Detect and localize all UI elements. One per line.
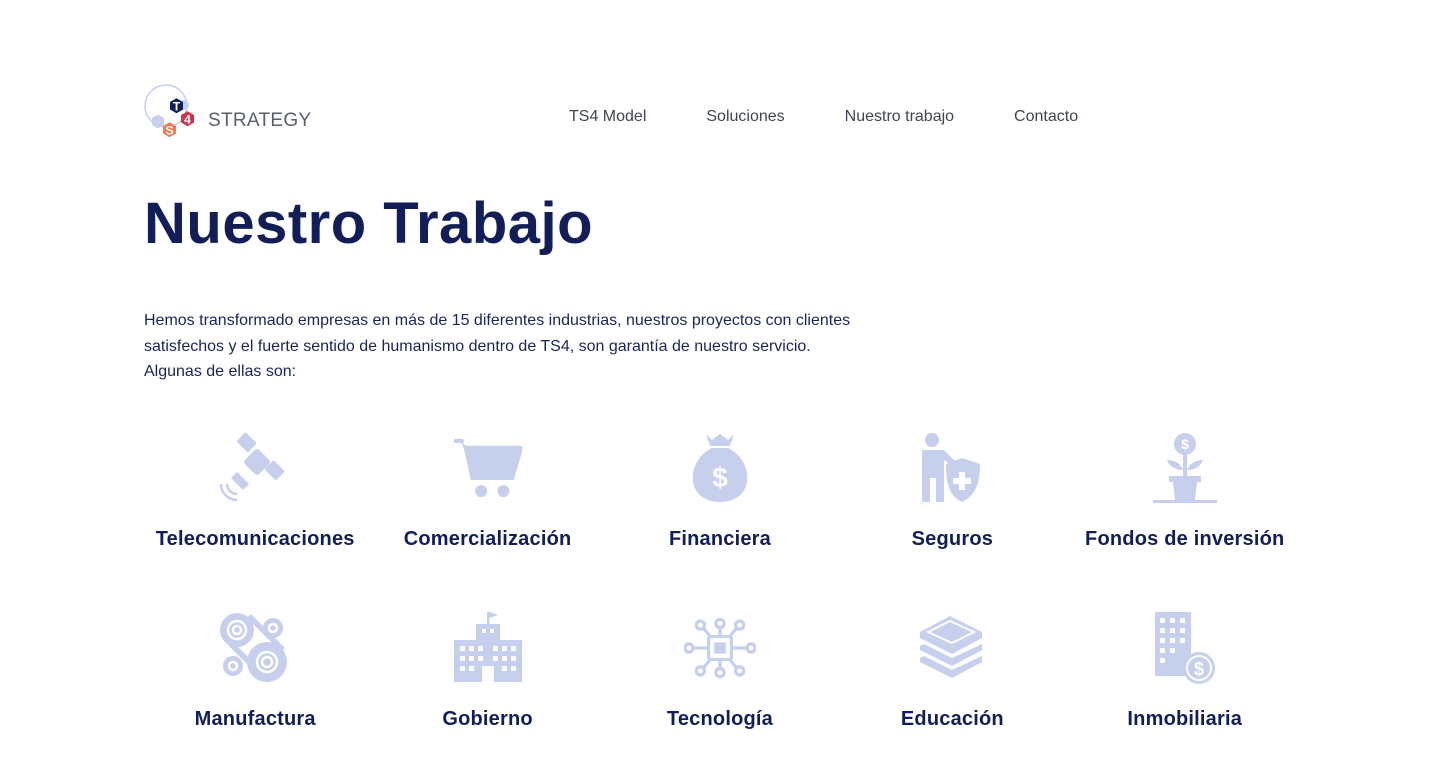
industry-card-comercializacion: Comercialización [371,432,603,550]
site-header: T 4 S STRATEGY TS4 Model Soluciones Nues… [144,84,1296,148]
industry-card-educacion: Educación [836,612,1068,730]
industry-label: Gobierno [442,708,533,730]
industry-card-telecomunicaciones: Telecomunicaciones [139,432,371,550]
industry-card-manufactura: Manufactura [139,612,371,730]
industry-label: Telecomunicaciones [155,528,355,550]
industry-card-fondos-de-inversion: $ Fondos de inversión [1069,432,1301,550]
industry-label: Inmobiliaria [1127,708,1243,730]
industry-card-tecnologia: Tecnología [604,612,836,730]
industry-card-inmobiliaria: $ Inmobiliaria [1069,612,1301,730]
books-icon [916,612,988,684]
ts4-strategy-logo[interactable]: T 4 S STRATEGY [144,84,314,148]
industry-label: Comercialización [403,528,572,550]
page-title: Nuestro Trabajo [144,191,594,256]
industry-label: Financiera [668,528,771,550]
industry-card-financiera: $ Financiera [604,432,836,550]
svg-text:4: 4 [184,113,191,127]
shopping-cart-icon [452,432,524,504]
money-bag-icon: $ [684,432,756,504]
building-dollar-icon: $ [1149,612,1221,684]
industry-label: Tecnología [666,708,774,730]
nav-link-contacto[interactable]: Contacto [1014,108,1078,126]
nav-link-ts4-model[interactable]: TS4 Model [569,108,646,126]
ts4-hexagon-icon: T 4 S [144,84,194,138]
svg-text:$: $ [1194,659,1204,679]
satellite-icon [219,432,291,504]
money-plant-icon: $ [1149,432,1221,504]
svg-text:$: $ [712,462,728,493]
industry-card-gobierno: Gobierno [371,612,603,730]
nav-link-soluciones[interactable]: Soluciones [706,108,784,126]
logo-wordmark: STRATEGY [208,110,312,131]
svg-text:T: T [173,100,181,114]
industry-label: Manufactura [194,708,316,730]
person-shield-icon [916,432,988,504]
industry-label: Educación [900,708,1004,730]
industry-label: Fondos de inversión [1085,528,1285,550]
industry-label: Seguros [911,528,994,550]
intro-paragraph: Hemos transformado empresas en más de 15… [144,312,851,380]
government-building-icon [452,612,524,684]
industry-card-seguros: Seguros [836,432,1068,550]
industries-grid: Telecomunicaciones Comercialización $ Fi… [139,432,1301,730]
nav-link-nuestro-trabajo[interactable]: Nuestro trabajo [845,108,954,126]
main-nav: TS4 Model Soluciones Nuestro trabajo Con… [569,108,1078,126]
gears-icon [219,612,291,684]
svg-text:S: S [165,124,173,138]
svg-text:$: $ [1181,436,1189,452]
circuit-chip-icon [683,612,756,684]
